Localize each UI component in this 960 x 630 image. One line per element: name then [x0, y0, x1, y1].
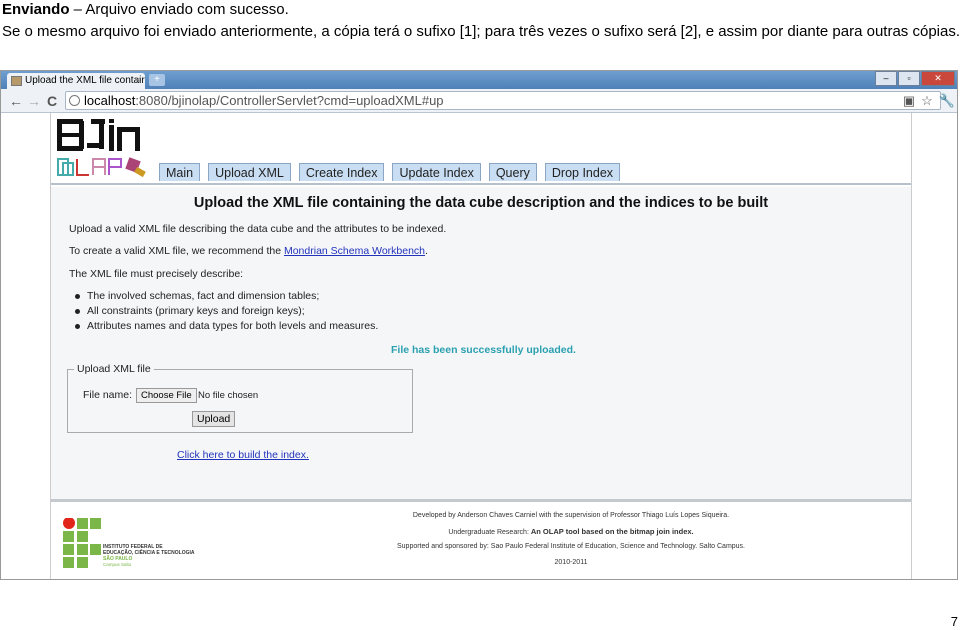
bjin-olap-logo [57, 119, 146, 178]
reload-icon[interactable]: C [47, 93, 57, 109]
research-line: Undergraduate Research: An OLAP tool bas… [371, 527, 771, 536]
page-footer: INSTITUTO FEDERAL DE EDUCAÇÃO, CIÊNCIA E… [51, 499, 911, 579]
doc-heading: Enviando – Arquivo enviado com sucesso. [2, 0, 960, 19]
document-text: Enviando – Arquivo enviado com sucesso. … [2, 0, 960, 41]
close-window-icon[interactable]: ✕ [921, 71, 955, 86]
svg-text:EDUCAÇÃO, CIÊNCIA E TECNOLOGIA: EDUCAÇÃO, CIÊNCIA E TECNOLOGIA [103, 548, 195, 556]
wrench-icon[interactable]: 🔧 [939, 93, 955, 109]
forward-icon[interactable]: → [27, 93, 41, 109]
minimize-icon[interactable]: – [875, 71, 897, 86]
browser-screenshot: Upload the XML file contair × + – ▫ ✕ ← … [0, 70, 958, 580]
window-controls: – ▫ ✕ [875, 71, 955, 86]
star-icon[interactable]: ☆ [921, 93, 933, 109]
recommend-suffix: . [425, 245, 428, 257]
main-content: Upload the XML file containing the data … [51, 187, 911, 499]
nav-create-index[interactable]: Create Index [298, 163, 385, 181]
browser-tab[interactable]: Upload the XML file contair × [7, 73, 145, 89]
list-item: All constraints (primary keys and foreig… [73, 305, 378, 317]
mondrian-link[interactable]: Mondrian Schema Workbench [284, 245, 425, 257]
recommend-prefix: To create a valid XML file, we recommend… [69, 245, 284, 257]
developed-by: Developed by Anderson Chaves Carniel wit… [412, 512, 730, 519]
page-number: 7 [950, 614, 958, 629]
nav-upload-xml[interactable]: Upload XML [208, 163, 291, 181]
ifsp-logo: INSTITUTO FEDERAL DE EDUCAÇÃO, CIÊNCIA E… [63, 518, 195, 568]
requirements-list: The involved schemas, fact and dimension… [73, 290, 378, 335]
recommend-text: To create a valid XML file, we recommend… [69, 245, 428, 257]
heading-rest: – Arquivo enviado com sucesso. [69, 1, 289, 18]
url-path: :8080/bjinolap/ControllerServlet?cmd=upl… [135, 93, 444, 108]
page-title: Upload the XML file containing the data … [193, 195, 769, 211]
upload-legend: Upload XML file [74, 363, 154, 375]
web-page: Main Upload XML Create Index Update Inde… [50, 113, 912, 579]
main-nav: Main Upload XML Create Index Update Inde… [159, 163, 621, 181]
page-header: Main Upload XML Create Index Update Inde… [51, 113, 911, 185]
nav-main[interactable]: Main [159, 163, 201, 181]
heading-bold: Enviando [2, 1, 70, 18]
sponsor-line: Supported and sponsored by: Sao Paulo Fe… [396, 543, 746, 550]
favicon-icon [11, 76, 22, 86]
nav-query[interactable]: Query [488, 163, 537, 181]
nav-update-index[interactable]: Update Index [392, 163, 481, 181]
no-file-status: No file chosen [198, 390, 259, 401]
new-tab-button[interactable]: + [149, 74, 165, 86]
address-bar-row: ← → C localhost:8080/bjinolap/Controller… [1, 89, 957, 113]
years: 2010-2011 [554, 559, 588, 566]
address-icons: ▣ ☆ 🔧 [903, 93, 955, 109]
nav-drop-index[interactable]: Drop Index [544, 163, 621, 181]
list-item: The involved schemas, fact and dimension… [73, 290, 378, 302]
must-describe-text: The XML file must precisely describe: [69, 268, 244, 280]
svg-text:Campus Salto: Campus Salto [103, 562, 132, 567]
doc-paragraph: Se o mesmo arquivo foi enviado anteriorm… [2, 23, 960, 40]
page-action-icon[interactable]: ▣ [903, 93, 915, 109]
upload-button[interactable]: Upload [192, 411, 236, 427]
success-message: File has been successfully uploaded. [391, 344, 576, 356]
url-input[interactable]: localhost:8080/bjinolap/ControllerServle… [65, 91, 941, 110]
tab-bar: Upload the XML file contair × + – ▫ ✕ [1, 71, 957, 89]
tab-title: Upload the XML file contair [25, 75, 145, 86]
choose-file-button[interactable]: Choose File [136, 388, 197, 403]
url-host: localhost [84, 93, 136, 108]
upload-form: Upload XML file File name: Choose File N… [67, 363, 413, 433]
back-icon[interactable]: ← [9, 93, 23, 109]
list-item: Attributes names and data types for both… [73, 320, 378, 332]
build-index-link[interactable]: Click here to build the index. [177, 449, 309, 461]
file-name-label: File name: [83, 389, 133, 401]
research-prefix: Undergraduate Research: [448, 529, 531, 536]
maximize-icon[interactable]: ▫ [898, 71, 920, 86]
close-tab-icon[interactable]: × [135, 75, 141, 86]
svg-text:SÃO PAULO: SÃO PAULO [103, 555, 132, 562]
research-title: An OLAP tool based on the bitmap join in… [530, 527, 694, 536]
intro-text: Upload a valid XML file describing the d… [69, 223, 447, 235]
globe-icon [69, 95, 80, 106]
